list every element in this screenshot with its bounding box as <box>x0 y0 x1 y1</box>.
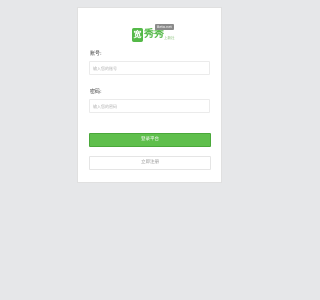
logo-subtitle: 上新社 <box>164 36 175 40</box>
logo-badge: Beta.net <box>155 24 174 30</box>
password-label: 密码: <box>90 89 102 95</box>
login-card: 宽 秀秀 Beta.net 上新社 账号: 密码: 登录平台 立即注册 <box>77 7 222 183</box>
password-input[interactable] <box>89 99 210 113</box>
account-label: 账号: <box>90 51 102 57</box>
register-button[interactable]: 立即注册 <box>89 156 211 170</box>
account-input[interactable] <box>89 61 210 75</box>
logo-name: 秀秀 <box>144 29 164 40</box>
logo-mark: 宽 <box>132 28 143 42</box>
brand-logo: 宽 秀秀 Beta.net 上新社 <box>132 24 178 45</box>
login-button[interactable]: 登录平台 <box>89 133 211 147</box>
